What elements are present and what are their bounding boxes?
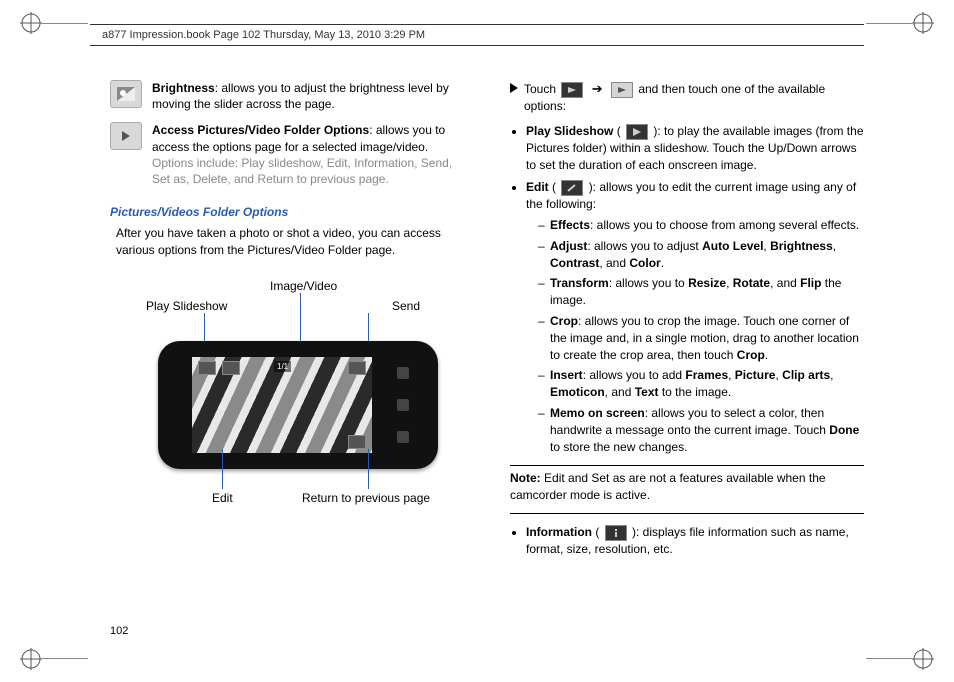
bullet-edit: Edit ( ): allows you to edit the current… xyxy=(526,179,864,455)
phone-illustration: 1/1 xyxy=(158,341,438,469)
bullet-information: Information ( ): displays file informati… xyxy=(526,524,864,558)
label-return: Return to previous page xyxy=(302,491,430,505)
screen-icon xyxy=(222,361,240,375)
crop-rule xyxy=(866,658,912,659)
running-header-text: a877 Impression.book Page 102 Thursday, … xyxy=(102,29,425,41)
phone-diagram: Play Slideshow Image/Video Send 1/1 xyxy=(110,271,470,531)
crop-rule xyxy=(42,658,88,659)
crop-mark-bottom-left xyxy=(20,648,42,670)
crop-rule xyxy=(42,23,88,24)
right-column: Touch ➔ and then touch one of the availa… xyxy=(510,80,864,563)
play-icon xyxy=(626,124,648,140)
brightness-icon xyxy=(110,80,142,108)
dash-memo: Memo on screen: allows you to select a c… xyxy=(538,405,864,455)
brightness-desc: Brightness: allows you to adjust the bri… xyxy=(152,80,470,112)
section-para: After you have taken a photo or shot a v… xyxy=(110,225,470,259)
page-number: 102 xyxy=(110,625,128,637)
access-options-label: Access Pictures/Video Folder Options xyxy=(152,123,369,137)
crop-mark-top-left xyxy=(20,12,42,34)
dash-crop: Crop: allows you to crop the image. Touc… xyxy=(538,313,864,363)
screen-icon xyxy=(198,361,216,375)
access-options-desc: Access Pictures/Video Folder Options: al… xyxy=(152,122,470,187)
section-heading: Pictures/Videos Folder Options xyxy=(110,205,470,219)
bullet-play-slideshow: Play Slideshow ( ): to play the availabl… xyxy=(526,123,864,173)
crop-rule xyxy=(866,23,912,24)
label-edit: Edit xyxy=(212,491,233,505)
note-block: Note: Edit and Set as are not a features… xyxy=(510,470,864,502)
left-column: Brightness: allows you to adjust the bri… xyxy=(110,80,470,563)
edit-icon xyxy=(561,180,583,196)
note-rule-top xyxy=(510,465,864,466)
callout-line xyxy=(368,449,369,489)
label-play-slideshow: Play Slideshow xyxy=(146,299,227,313)
arrow-icon: ➔ xyxy=(592,81,603,96)
phone-hw-button xyxy=(397,431,409,443)
touch-icon-2 xyxy=(611,82,633,98)
label-image-video: Image/Video xyxy=(270,279,337,293)
phone-counter: 1/1 xyxy=(274,361,291,372)
brightness-label: Brightness xyxy=(152,81,215,95)
dash-adjust: Adjust: allows you to adjust Auto Level,… xyxy=(538,238,864,272)
callout-line xyxy=(222,449,223,489)
info-icon xyxy=(605,525,627,541)
crop-mark-bottom-right xyxy=(912,648,934,670)
dash-transform: Transform: allows you to Resize, Rotate,… xyxy=(538,275,864,309)
dash-effects: Effects: allows you to choose from among… xyxy=(538,217,864,234)
touch-icon-1 xyxy=(561,82,583,98)
step-marker-icon xyxy=(510,83,518,93)
phone-hw-button xyxy=(397,399,409,411)
crop-mark-top-right xyxy=(912,12,934,34)
label-send: Send xyxy=(392,299,420,313)
phone-screen: 1/1 xyxy=(192,357,372,453)
screen-icon xyxy=(348,435,366,449)
phone-hw-button xyxy=(397,367,409,379)
running-header: a877 Impression.book Page 102 Thursday, … xyxy=(90,24,864,46)
screen-icon xyxy=(348,361,366,375)
options-icon xyxy=(110,122,142,150)
dash-insert: Insert: allows you to add Frames, Pictur… xyxy=(538,367,864,401)
step-touch: Touch ➔ and then touch one of the availa… xyxy=(510,80,864,115)
note-rule-bottom xyxy=(510,513,864,514)
